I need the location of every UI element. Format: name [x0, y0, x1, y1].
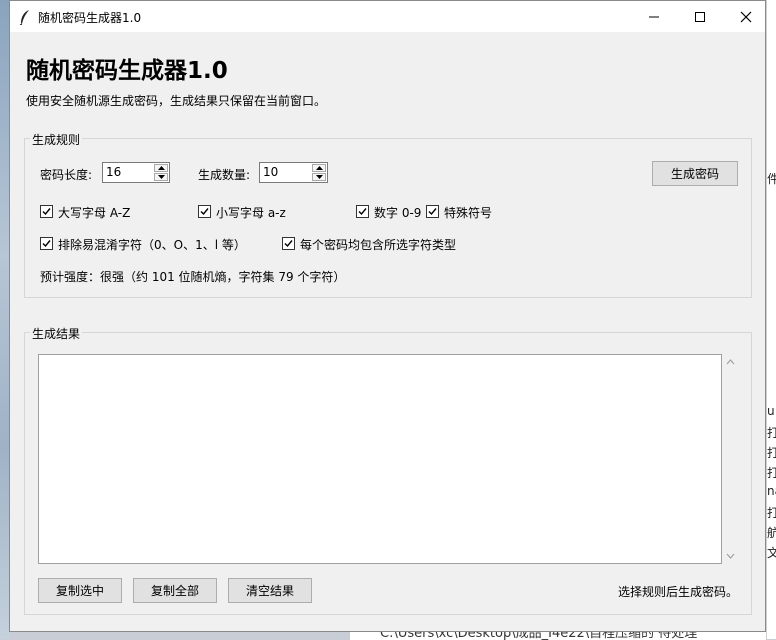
results-textarea[interactable] — [38, 354, 722, 564]
checkmark-icon — [200, 208, 209, 216]
digits-checkbox[interactable] — [356, 205, 369, 218]
maximize-button[interactable] — [677, 1, 723, 32]
checkmark-icon — [428, 208, 437, 216]
arrow-down-icon — [158, 175, 165, 179]
count-spinbox[interactable]: 10 — [259, 162, 328, 183]
results-group-label: 生成结果 — [30, 325, 83, 342]
lowercase-checkbox[interactable] — [198, 205, 211, 218]
length-label: 密码长度: — [40, 168, 93, 182]
checkmark-icon — [42, 208, 51, 216]
clear-results-button[interactable]: 清空结果 — [228, 578, 312, 603]
title-bar[interactable]: 随机密码生成器1.0 — [10, 1, 765, 32]
symbols-label[interactable]: 特殊符号 — [444, 204, 492, 221]
require-all-types-checkbox[interactable] — [282, 237, 295, 250]
length-increment-button[interactable] — [154, 164, 168, 172]
close-button[interactable] — [723, 1, 769, 32]
exclude-ambiguous-checkbox[interactable] — [40, 237, 53, 250]
scroll-down-icon[interactable] — [726, 553, 735, 559]
checkmark-icon — [284, 240, 293, 248]
maximize-icon — [695, 11, 705, 22]
count-decrement-button[interactable] — [312, 173, 326, 181]
minimize-icon — [649, 16, 659, 17]
results-scrollbar[interactable] — [722, 354, 739, 564]
arrow-up-icon — [316, 166, 323, 170]
background-text: 打 — [767, 446, 776, 460]
background-text: 打 — [767, 426, 776, 440]
background-text: 打 — [767, 506, 776, 520]
background-text: 打 — [767, 466, 776, 480]
rules-group-label: 生成规则 — [30, 131, 83, 148]
length-spinbox[interactable]: 16 — [102, 162, 170, 183]
length-decrement-button[interactable] — [154, 173, 168, 181]
background-text: 航 — [767, 526, 776, 540]
exclude-ambiguous-label[interactable]: 排除易混淆字符（0、O、1、l 等） — [58, 236, 246, 253]
arrow-down-icon — [316, 175, 323, 179]
minimize-button[interactable] — [631, 1, 677, 32]
background-window-edge: 件 u 打 打 打 na 打 航 文 — [766, 0, 776, 639]
status-text: 选择规则后生成密码。 — [618, 585, 739, 599]
checkmark-icon — [42, 240, 51, 248]
page-title: 随机密码生成器1.0 — [26, 58, 228, 84]
count-label: 生成数量: — [198, 168, 251, 182]
symbols-checkbox[interactable] — [426, 205, 439, 218]
feather-icon — [19, 10, 29, 25]
close-icon — [740, 11, 752, 22]
background-text: na — [767, 484, 776, 498]
main-window: 随机密码生成器1.0 随机密码生成器1.0 使用安全随机源生成密码，生成结果只保… — [9, 0, 766, 632]
arrow-up-icon — [158, 166, 165, 170]
uppercase-label[interactable]: 大写字母 A-Z — [58, 204, 130, 221]
copy-all-button[interactable]: 复制全部 — [133, 578, 217, 603]
digits-label[interactable]: 数字 0-9 — [374, 204, 421, 221]
window-title: 随机密码生成器1.0 — [38, 11, 142, 25]
generate-button[interactable]: 生成密码 — [652, 161, 738, 186]
uppercase-checkbox[interactable] — [40, 205, 53, 218]
strength-text: 预计强度：很强（约 101 位随机熵，字符集 79 个字符） — [40, 270, 346, 284]
require-all-types-label[interactable]: 每个密码均包含所选字符类型 — [300, 236, 456, 253]
background-text: u — [767, 404, 775, 418]
count-increment-button[interactable] — [312, 164, 326, 172]
background-text: 件 — [767, 172, 776, 186]
scroll-up-icon[interactable] — [726, 359, 735, 365]
checkmark-icon — [358, 208, 367, 216]
lowercase-label[interactable]: 小写字母 a-z — [216, 204, 286, 221]
copy-selected-button[interactable]: 复制选中 — [38, 578, 122, 603]
count-value: 10 — [263, 165, 279, 179]
page-subtitle: 使用安全随机源生成密码，生成结果只保留在当前窗口。 — [26, 94, 327, 108]
background-text: 文 — [767, 546, 776, 560]
length-value: 16 — [106, 165, 122, 179]
